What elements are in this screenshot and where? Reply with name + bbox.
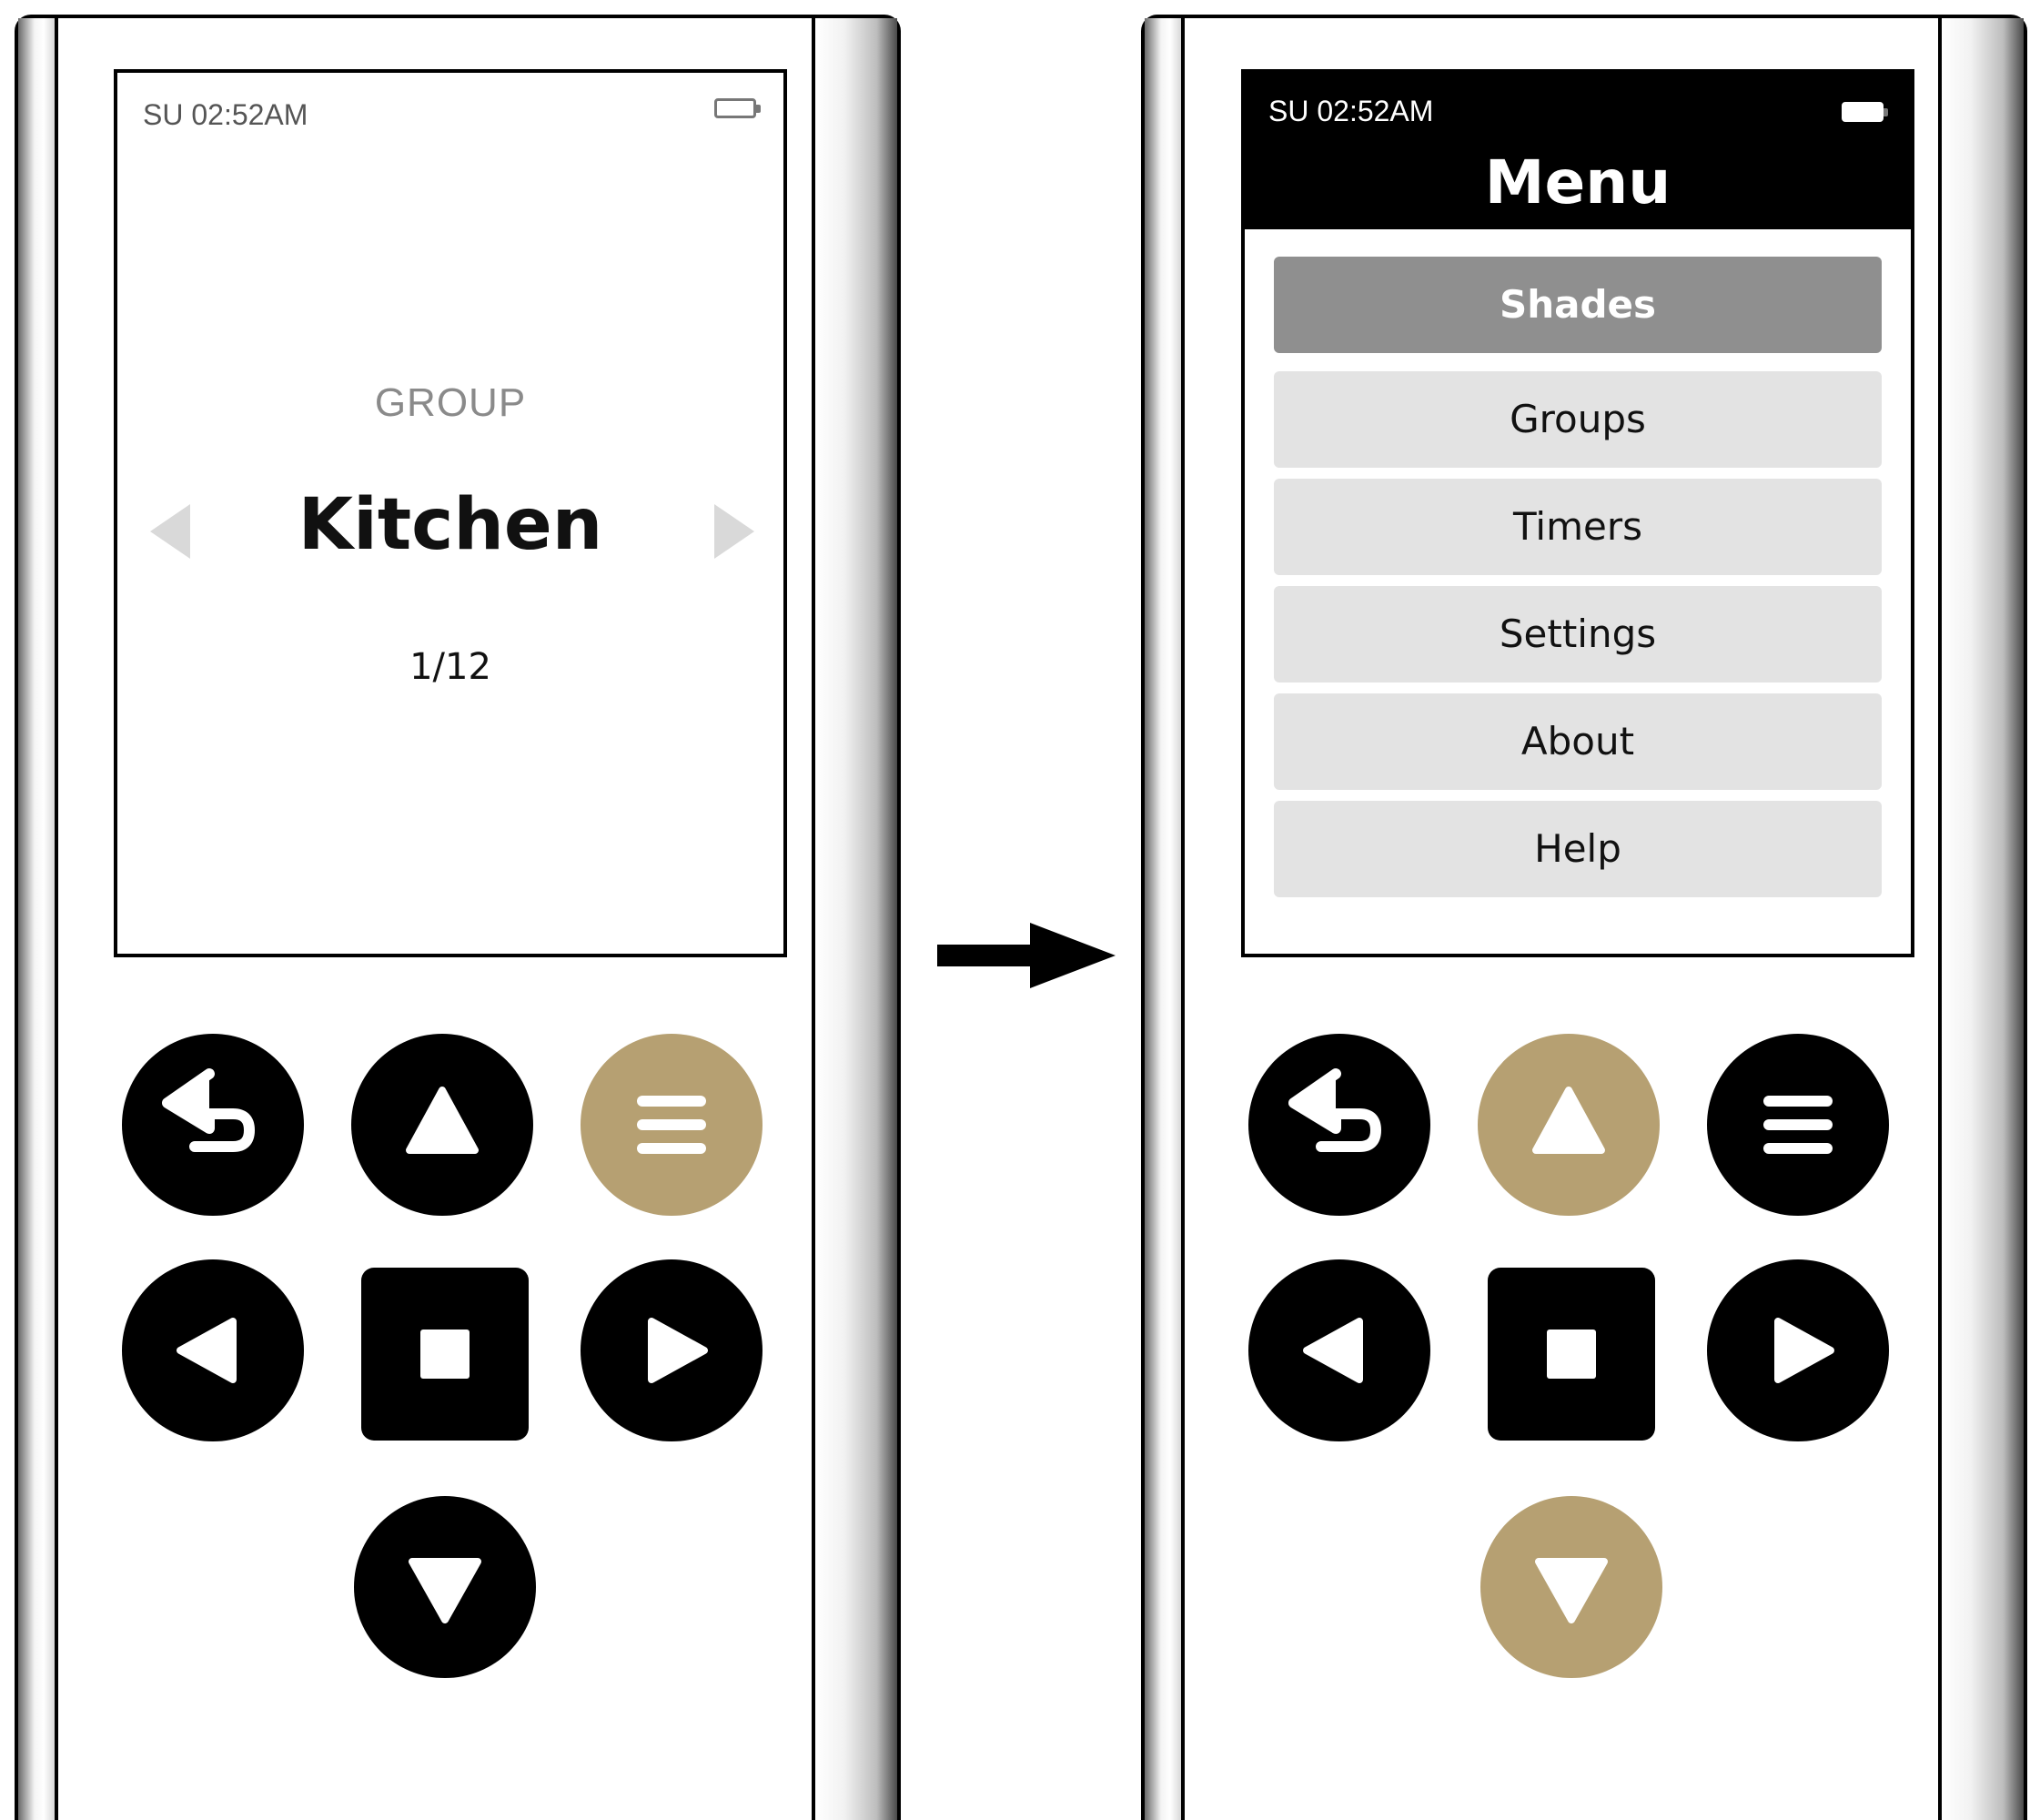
triangle-down-icon	[1535, 1558, 1608, 1623]
right-button[interactable]	[581, 1259, 763, 1441]
battery-icon	[1842, 102, 1888, 122]
stop-button[interactable]	[361, 1268, 529, 1441]
menu-item-help[interactable]: Help	[1274, 801, 1882, 897]
menu-item-shades[interactable]: Shades	[1274, 257, 1882, 353]
down-button[interactable]	[354, 1496, 536, 1678]
menu-item-groups[interactable]: Groups	[1274, 371, 1882, 468]
left-button[interactable]	[1248, 1259, 1430, 1441]
down-button[interactable]	[1480, 1496, 1662, 1678]
remote-right-screen: SU 02:52AM Menu Shades Groups Timers Settin…	[1241, 69, 1914, 957]
battery-icon	[714, 98, 761, 118]
menu-item-settings[interactable]: Settings	[1274, 586, 1882, 682]
triangle-left-icon	[177, 1318, 237, 1383]
right-button[interactable]	[1707, 1259, 1889, 1441]
triangle-up-icon	[1532, 1087, 1605, 1154]
triangle-down-icon	[409, 1558, 481, 1623]
remote-right-rail-left	[1145, 18, 1185, 1820]
back-button[interactable]	[1248, 1034, 1430, 1216]
status-time: SU 02:52AM	[143, 98, 308, 131]
up-button[interactable]	[351, 1034, 533, 1216]
remote-left-rail-left	[18, 18, 58, 1820]
remote-left-rail-right	[812, 18, 897, 1820]
remote-left-screen: SU 02:52AM GROUP Kitchen 1/12	[114, 69, 787, 957]
group-index: 1/12	[409, 646, 491, 688]
triangle-right-icon	[648, 1318, 708, 1383]
menu-header: SU 02:52AM Menu	[1245, 73, 1911, 229]
remote-right-rail-right	[1938, 18, 2024, 1820]
menu-item-about[interactable]: About	[1274, 693, 1882, 790]
menu-item-timers[interactable]: Timers	[1274, 479, 1882, 575]
triangle-up-icon	[406, 1087, 479, 1154]
back-button[interactable]	[122, 1034, 304, 1216]
triangle-left-icon	[1303, 1318, 1363, 1383]
stop-button[interactable]	[1488, 1268, 1655, 1441]
chevron-right-icon[interactable]	[714, 504, 754, 559]
hamburger-icon	[637, 1096, 706, 1154]
hamburger-icon	[1763, 1096, 1833, 1154]
menu-button[interactable]	[1707, 1034, 1889, 1216]
up-button[interactable]	[1478, 1034, 1660, 1216]
menu-button[interactable]	[581, 1034, 763, 1216]
comparison-stage: SU 02:52AM GROUP Kitchen 1/12 SU 02:52AM…	[0, 0, 2030, 1820]
back-arrow-icon	[1288, 1068, 1381, 1152]
triangle-right-icon	[1774, 1318, 1834, 1383]
left-button[interactable]	[122, 1259, 304, 1441]
group-name: Kitchen	[298, 484, 603, 566]
arrow-right-icon	[937, 923, 1116, 988]
stop-square-icon	[420, 1330, 470, 1379]
status-time: SU 02:52AM	[1268, 95, 1434, 127]
menu-title: Menu	[1484, 147, 1671, 217]
group-caption: GROUP	[374, 380, 527, 425]
stop-square-icon	[1547, 1330, 1596, 1379]
back-arrow-icon	[162, 1068, 255, 1152]
